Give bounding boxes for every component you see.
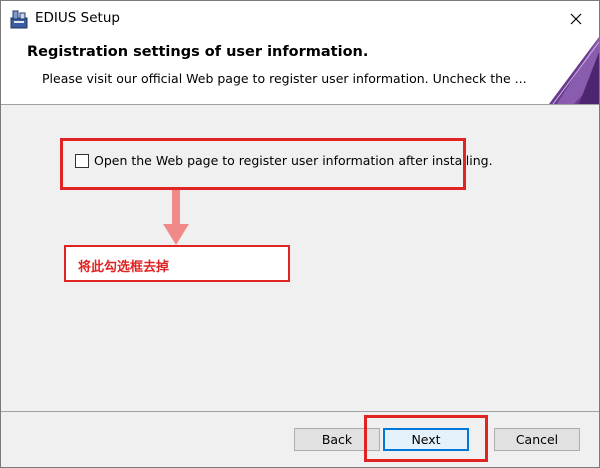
setup-window: EDIUS Setup Registration settings of use… [0,0,600,468]
instruction-text: 将此勾选框去掉 [78,260,170,275]
page-description: Please visit our official Web page to re… [42,71,527,86]
window-title: EDIUS Setup [35,10,120,26]
arrow-down-icon [163,190,189,245]
close-button[interactable] [553,1,599,37]
instruction-callout: 将此勾选框去掉 [64,245,290,282]
purple-banner-graphic [549,37,599,104]
page-title: Registration settings of user informatio… [27,44,369,60]
installer-icon [10,10,28,29]
next-highlight-frame [364,415,488,462]
close-icon [570,13,582,25]
cancel-button[interactable]: Cancel [494,428,580,451]
title-bar: EDIUS Setup [1,1,599,37]
checkbox-highlight-frame [60,138,466,190]
header-panel: Registration settings of user informatio… [1,37,599,105]
